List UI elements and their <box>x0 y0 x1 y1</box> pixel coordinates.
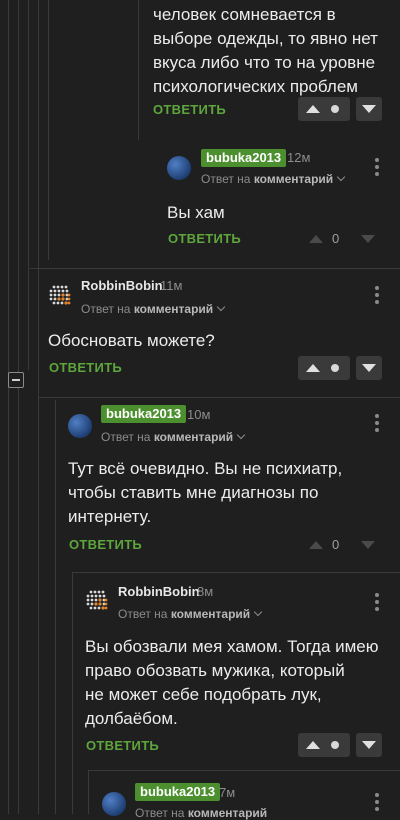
reply-button[interactable]: ОТВЕТИТЬ <box>49 360 122 376</box>
triangle-down-icon <box>362 105 376 113</box>
reply-to-prefix: Ответ на <box>118 607 168 621</box>
chevron-down-icon <box>236 430 246 440</box>
comment-time: 11м <box>160 278 183 293</box>
downvote-button[interactable] <box>356 733 382 757</box>
reply-to-link[interactable]: Ответ на комментарий <box>81 302 226 316</box>
upvote-button[interactable] <box>298 733 350 757</box>
upvote-button[interactable] <box>298 356 350 380</box>
comment-body: человек сомневается в выборе одежды, то … <box>153 3 393 99</box>
score-dot-icon <box>331 364 339 372</box>
author-name[interactable]: bubuka2013 <box>201 149 287 167</box>
triangle-up-icon[interactable] <box>309 541 323 549</box>
triangle-up-icon <box>306 741 320 749</box>
triangle-down-icon <box>362 741 376 749</box>
score-dot-icon <box>331 105 339 113</box>
author-name[interactable]: bubuka2013 <box>101 405 187 423</box>
divider <box>38 397 400 398</box>
reply-to-prefix: Ответ на <box>135 806 185 820</box>
chevron-down-icon <box>253 607 263 617</box>
comment-body: Вы обозвали мея хамом. Тогда имею право … <box>85 635 390 731</box>
comment-body-line: интернету. <box>68 507 152 526</box>
avatar[interactable] <box>48 284 72 308</box>
more-vertical-icon[interactable] <box>375 414 379 435</box>
comment-body: Вы хам <box>167 201 225 225</box>
reply-to-target: комментарий <box>187 806 268 820</box>
comment-body-line: долбаёбом. <box>85 709 178 728</box>
reply-to-target: комментарий <box>170 607 251 621</box>
triangle-down-icon[interactable] <box>361 541 375 549</box>
comment-time: 12м <box>287 150 311 165</box>
reply-button[interactable]: ОТВЕТИТЬ <box>69 537 142 553</box>
divider <box>72 572 400 573</box>
comment-time: 8м <box>197 584 214 599</box>
avatar[interactable] <box>102 792 126 816</box>
more-vertical-icon[interactable] <box>375 593 379 614</box>
downvote-button[interactable] <box>356 356 382 380</box>
reply-to-prefix: Ответ на <box>101 430 151 444</box>
reply-button[interactable]: ОТВЕТИТЬ <box>153 102 226 118</box>
reply-to-prefix: Ответ на <box>81 302 131 316</box>
comment: RobbinBobin 11м Ответ на комментарий Обо… <box>0 270 400 390</box>
author-name[interactable]: RobbinBobin <box>118 584 200 600</box>
reply-to-target: комментарий <box>153 430 234 444</box>
comment-time: 10м <box>187 407 211 422</box>
triangle-up-icon <box>306 105 320 113</box>
comment-body-line: Вы хам <box>167 203 225 222</box>
comment: человек сомневается в выборе одежды, то … <box>0 0 400 130</box>
reply-button[interactable]: ОТВЕТИТЬ <box>86 738 159 754</box>
avatar[interactable] <box>167 156 191 180</box>
comment: RobbinBobin 8м Ответ на комментарий Вы о… <box>0 575 400 765</box>
reply-to-link[interactable]: Ответ на комментарий <box>118 607 263 621</box>
comment-body-line: Тут всё очевидно. Вы не психиатр, <box>68 459 343 478</box>
author-name[interactable]: bubuka2013 <box>135 783 221 801</box>
more-vertical-icon[interactable] <box>375 286 379 307</box>
comment: bubuka2013 10м Ответ на комментарий Тут … <box>0 400 400 565</box>
triangle-down-icon <box>362 364 376 372</box>
reply-to-link[interactable]: Ответ на комментарий <box>101 430 246 444</box>
reply-to-target: комментарий <box>253 172 334 186</box>
divider <box>88 770 400 771</box>
author-name[interactable]: RobbinBobin <box>81 278 163 294</box>
score-value: 0 <box>332 231 340 246</box>
divider <box>30 268 400 269</box>
chevron-down-icon <box>216 302 226 312</box>
comment-body-line: вкуса либо что то на уровне <box>153 53 376 72</box>
downvote-button[interactable] <box>356 97 382 121</box>
score-value: 0 <box>332 537 340 552</box>
comment: bubuka2013 7м Ответ на комментарий <box>0 775 400 820</box>
more-vertical-icon[interactable] <box>375 793 379 814</box>
triangle-down-icon[interactable] <box>361 235 375 243</box>
comment-body: Обосновать можете? <box>48 329 215 353</box>
triangle-up-icon[interactable] <box>309 235 323 243</box>
more-vertical-icon[interactable] <box>375 158 379 179</box>
score-dot-icon <box>331 741 339 749</box>
avatar[interactable] <box>85 589 109 613</box>
comment-body-line: Обосновать можете? <box>48 331 215 350</box>
comment-body-line: психологических проблем <box>153 77 358 96</box>
chevron-down-icon <box>336 172 346 182</box>
comment-time: 7м <box>219 785 236 800</box>
comment-body-line: чтобы ставить мне диагнозы по <box>68 483 319 502</box>
comment-body: Тут всё очевидно. Вы не психиатр, чтобы … <box>68 457 388 529</box>
comment-body-line: Вы обозвали мея хамом. Тогда имею <box>85 637 379 656</box>
comment-body-line: выборе одежды, то явно нет <box>153 29 378 48</box>
comment-body-line: право обозвать мужика, который <box>85 661 345 680</box>
reply-to-link[interactable]: Ответ на комментарий <box>135 806 267 820</box>
minus-square-icon[interactable] <box>8 372 24 388</box>
triangle-up-icon <box>306 364 320 372</box>
reply-to-target: комментарий <box>133 302 214 316</box>
upvote-button[interactable] <box>298 97 350 121</box>
reply-to-prefix: Ответ на <box>201 172 251 186</box>
reply-to-link[interactable]: Ответ на комментарий <box>201 172 346 186</box>
comment-body-line: не может себе подобрать лук, <box>85 685 322 704</box>
avatar[interactable] <box>68 414 92 438</box>
comment-body-line: человек сомневается в <box>153 5 336 24</box>
comment: bubuka2013 12м Ответ на комментарий Вы х… <box>0 140 400 260</box>
reply-button[interactable]: ОТВЕТИТЬ <box>168 231 241 247</box>
